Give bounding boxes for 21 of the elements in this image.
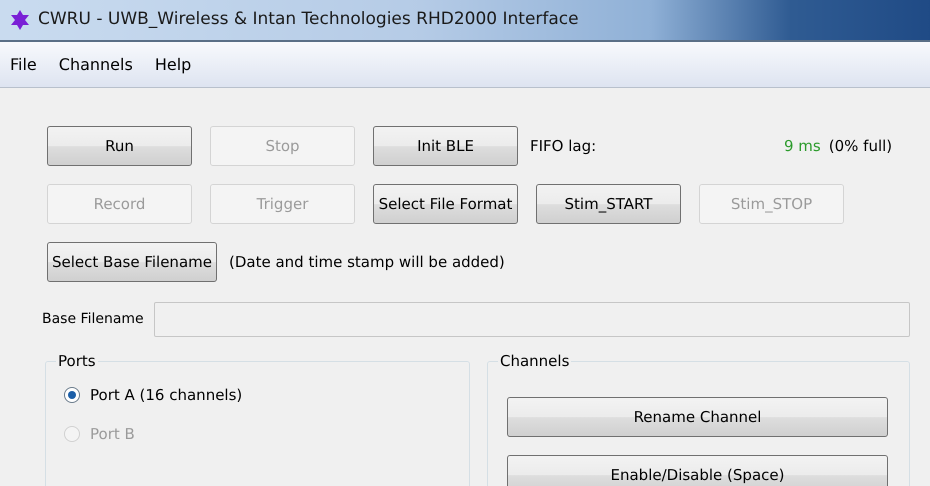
radio-button[interactable] [64, 387, 80, 404]
fifo-fill-text: (0% full) [828, 136, 892, 157]
base-filename-field[interactable] [154, 302, 910, 337]
menu-item[interactable]: File [10, 52, 37, 76]
push-button[interactable]: Select Base Filename [47, 242, 217, 282]
push-button[interactable]: Run [47, 126, 192, 166]
fifo-lag-label: FIFO lag: [530, 136, 598, 157]
window-title: CWRU - UWB_Wireless & Intan Technologies RHD2000 Interface [38, 8, 579, 32]
field-label: Base Filename [42, 310, 144, 329]
radio-label: Port A (16 channels) [90, 385, 242, 406]
fifo-lag-value: 9 ms [784, 136, 821, 157]
radio-label: Port B [90, 424, 135, 444]
push-button[interactable]: Stim_START [536, 184, 681, 224]
push-button[interactable]: Enable/Disable (Space) [507, 455, 888, 486]
push-button[interactable]: Init BLE [373, 126, 518, 166]
menu-item[interactable]: Help [154, 52, 192, 76]
app-icon [10, 9, 30, 31]
push-button[interactable]: Select File Format [373, 184, 518, 224]
note-text: (Date and time stamp will be added) [228, 252, 505, 273]
push-button[interactable]: Rename Channel [507, 397, 888, 437]
menu-item[interactable]: Channels [58, 52, 133, 76]
